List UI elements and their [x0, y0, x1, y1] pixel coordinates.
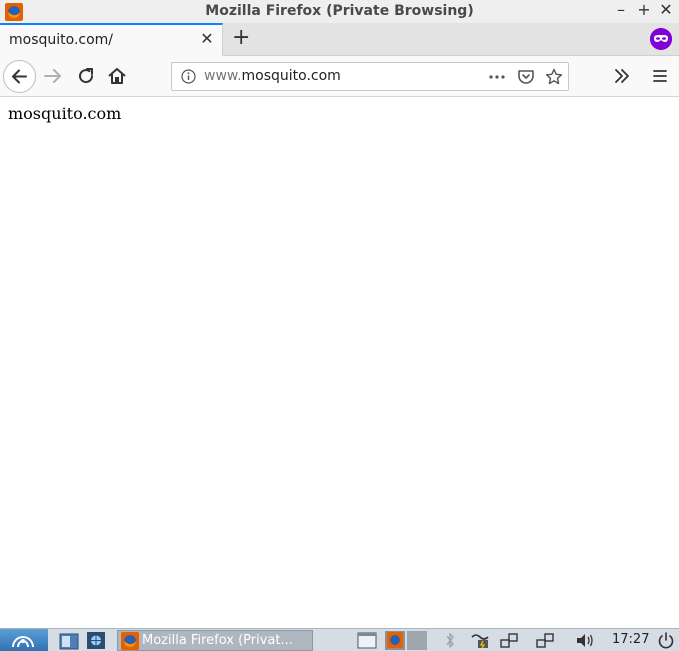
start-menu-button[interactable]: [0, 629, 48, 651]
navigation-toolbar: www.mosquito.com: [0, 56, 679, 97]
bookmark-star-icon[interactable]: [545, 68, 563, 86]
hamburger-menu-icon[interactable]: [648, 64, 672, 88]
workspace-2[interactable]: [407, 631, 427, 650]
tab-strip: mosquito.com/ ✕ +: [0, 23, 679, 56]
maximize-button[interactable]: +: [636, 1, 652, 19]
back-arrow-icon: [12, 69, 27, 84]
url-prefix: www.: [204, 68, 242, 84]
window-titlebar: Mozilla Firefox (Private Browsing) – + ✕: [0, 0, 679, 23]
url-text[interactable]: www.mosquito.com: [204, 68, 341, 84]
firefox-workspace-icon[interactable]: [385, 631, 405, 650]
firefox-task-button[interactable]: Mozilla Firefox (Privat...: [117, 630, 313, 651]
power-manager-icon[interactable]: [470, 631, 490, 650]
tab-label: mosquito.com/: [9, 32, 114, 48]
clock[interactable]: 17:27: [612, 632, 649, 647]
url-bar[interactable]: www.mosquito.com: [171, 62, 569, 91]
network-connection-icon[interactable]: [499, 631, 519, 650]
bluetooth-icon[interactable]: [440, 631, 460, 650]
network-connection-2-icon[interactable]: [535, 631, 555, 650]
overflow-chevron-icon[interactable]: [610, 64, 634, 88]
private-browsing-icon: [650, 28, 672, 50]
url-domain: mosquito.com: [241, 68, 341, 84]
close-window-button[interactable]: ✕: [658, 1, 674, 19]
pocket-icon[interactable]: [517, 68, 535, 86]
forward-arrow-icon[interactable]: [41, 64, 65, 88]
start-logo-icon: [12, 636, 34, 648]
site-info-icon[interactable]: [181, 69, 196, 84]
show-desktop-icon[interactable]: [357, 631, 377, 650]
network-settings-icon[interactable]: [86, 631, 106, 650]
page-body-text: mosquito.com: [8, 104, 122, 123]
power-icon[interactable]: [656, 631, 676, 650]
close-tab-icon[interactable]: ✕: [200, 31, 214, 47]
back-button[interactable]: [3, 60, 36, 93]
task-label: Mozilla Firefox (Privat...: [142, 633, 293, 648]
tab-mosquito[interactable]: mosquito.com/ ✕: [0, 23, 223, 56]
window-title: Mozilla Firefox (Private Browsing): [205, 3, 474, 19]
reload-icon[interactable]: [74, 64, 98, 88]
taskbar: Mozilla Firefox (Privat... 17:27: [0, 628, 679, 651]
new-tab-button[interactable]: +: [232, 27, 250, 49]
minimize-button[interactable]: –: [613, 1, 629, 19]
firefox-task-icon: [121, 632, 139, 650]
page-content: mosquito.com: [0, 97, 679, 628]
volume-icon[interactable]: [575, 631, 595, 650]
home-icon[interactable]: [105, 64, 129, 88]
file-manager-icon[interactable]: [59, 631, 79, 650]
page-actions-menu-icon[interactable]: [488, 68, 506, 86]
